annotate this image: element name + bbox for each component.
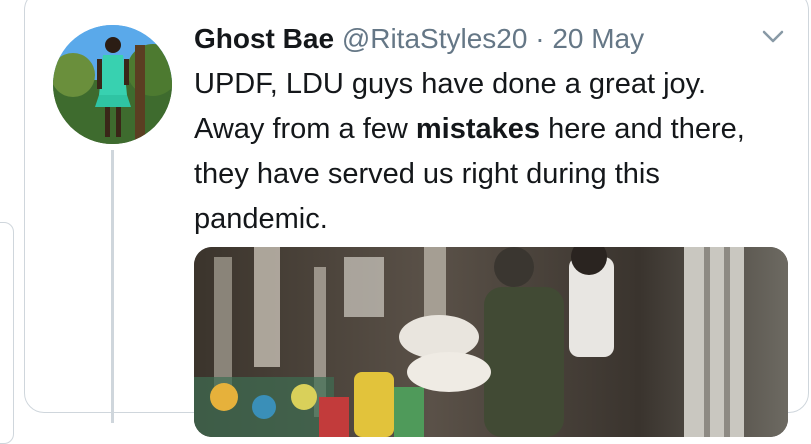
tweet-date[interactable]: 20 May: [552, 23, 644, 54]
chevron-down-icon[interactable]: [762, 30, 784, 44]
tweet-text: UPDF, LDU guys have done a great joy. Aw…: [194, 62, 764, 242]
display-name[interactable]: Ghost Bae: [194, 23, 334, 54]
avatar[interactable]: [53, 25, 172, 144]
user-handle[interactable]: @RitaStyles20: [342, 23, 528, 54]
adjacent-card-edge: [0, 222, 14, 444]
tweet-text-bold: mistakes: [415, 113, 541, 145]
tweet-image[interactable]: [194, 247, 788, 437]
tweet-header: Ghost Bae @RitaStyles20 · 20 May: [194, 22, 644, 56]
thread-line: [111, 150, 114, 423]
separator-dot: ·: [535, 23, 545, 54]
